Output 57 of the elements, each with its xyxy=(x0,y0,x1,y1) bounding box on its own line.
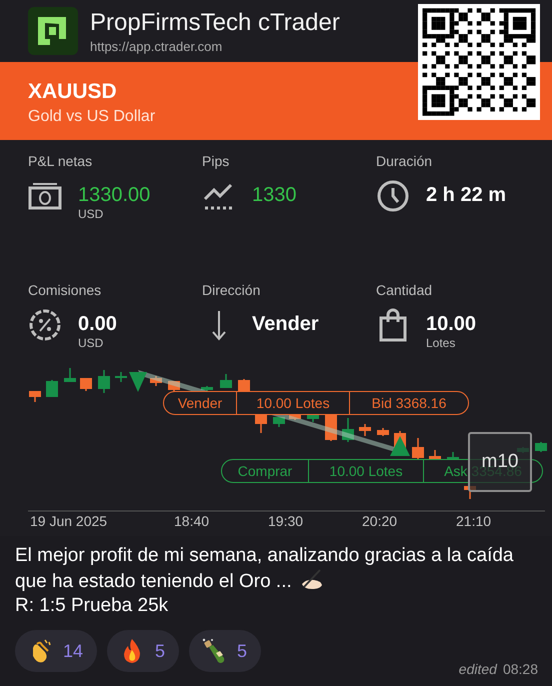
stat-unit: USD xyxy=(78,336,104,350)
stat-label: Comisiones xyxy=(28,282,102,298)
stat-value: 2 h 22 m xyxy=(426,184,506,207)
candlestick xyxy=(46,380,58,397)
order-side: Comprar xyxy=(236,462,294,481)
app-url: https://app.ctrader.com xyxy=(90,38,224,54)
stat-label: P&L netas xyxy=(28,153,92,169)
app-name: PropFirmsTech cTrader xyxy=(90,8,340,36)
message-text: El mejor profit de mi semana, analizando gracias a la caída que ha estado teniendo el Oro ... xyxy=(15,544,514,594)
clock-icon xyxy=(376,179,410,213)
axis-label: 20:20 xyxy=(362,513,398,529)
order-quantity: 10.00 Lotes xyxy=(236,392,349,414)
symbol-code: XAUUSD xyxy=(28,80,117,104)
order-side: Vender xyxy=(176,394,224,413)
app-logo xyxy=(28,7,78,55)
stat-label: Cantidad xyxy=(376,282,432,298)
symbol-description: Gold vs US Dollar xyxy=(28,108,156,126)
stat-value: 1330.00 xyxy=(78,184,150,207)
candlestick xyxy=(150,376,162,386)
stat-value: 1330 xyxy=(252,184,296,207)
edited-label: edited xyxy=(458,661,497,677)
stat-unit: Lotes xyxy=(426,336,456,350)
candlestick xyxy=(64,368,76,382)
candlestick xyxy=(273,417,285,427)
candlestick xyxy=(412,438,424,459)
candlestick xyxy=(29,391,41,402)
stat-label: Duración xyxy=(376,153,432,169)
percent-icon xyxy=(28,308,62,342)
stat-value: 10.00 xyxy=(426,312,476,336)
axis-label: 18:40 xyxy=(174,513,210,529)
candlestick xyxy=(535,442,547,452)
stat-label: Dirección xyxy=(202,282,260,298)
candlestick xyxy=(115,372,127,382)
candlestick xyxy=(80,378,92,391)
axis-label: 21:10 xyxy=(456,513,492,529)
reaction-button[interactable]: 5 xyxy=(107,630,180,672)
sell-marker-icon xyxy=(129,372,147,392)
buy-marker-icon xyxy=(390,436,410,456)
candlestick xyxy=(98,370,110,393)
stat-label: Pips xyxy=(202,153,230,169)
axis-label: 19:30 xyxy=(268,513,304,529)
candlestick xyxy=(342,418,354,442)
reaction-button[interactable]: 14 xyxy=(15,630,98,672)
stat-unit: USD xyxy=(78,207,104,221)
message-time: 08:28 xyxy=(502,661,538,677)
order-price: Bid 3368.16 xyxy=(349,392,468,414)
stat-value: 0.00 xyxy=(78,312,117,336)
message-text: R: 1:5 Prueba 25k xyxy=(15,594,170,618)
candlestick xyxy=(220,374,232,388)
stat-value: Vender xyxy=(252,312,319,336)
candlestick xyxy=(429,450,441,460)
axis-label: 19 Jun 2025 xyxy=(30,513,108,529)
candlestick xyxy=(377,428,389,436)
candlestick xyxy=(201,386,213,391)
order-quantity: 10.00 Lotes xyxy=(308,460,423,482)
candlestick xyxy=(359,424,371,436)
reaction-button[interactable]: 5 xyxy=(189,630,262,672)
